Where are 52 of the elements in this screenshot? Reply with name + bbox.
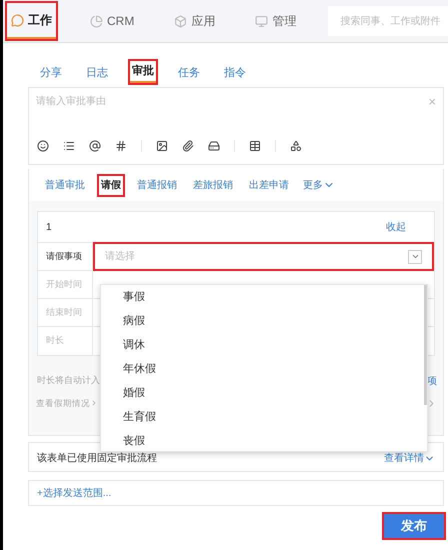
note-link[interactable]: 项 [427,374,437,389]
field-label: 请假事项 [38,243,93,270]
publish-button[interactable]: 发布 [384,514,444,538]
dropdown-option[interactable]: 年休假 [101,357,427,381]
approval-tab[interactable]: 差旅报销 [191,176,235,194]
leave-balance-link[interactable]: 查看假期情况 [36,397,98,410]
more-button[interactable]: 更多 [303,178,335,192]
at-icon[interactable] [89,140,101,152]
post-tab[interactable]: 分享 [38,62,64,83]
dropdown-option[interactable]: 婚假 [101,381,427,405]
monitor-icon [255,14,268,28]
chat-bubble-icon [11,14,24,26]
hash-icon[interactable] [115,140,127,152]
search-field[interactable]: 搜索同事、工作或附件 [328,6,448,36]
drive-icon[interactable] [208,140,220,152]
nav-tab[interactable]: 管理 [251,3,300,39]
shapes-icon[interactable] [290,140,302,152]
dropdown-option[interactable]: 生育假 [101,405,427,429]
dropdown-option[interactable]: 调休 [101,333,427,357]
table-icon[interactable] [249,140,261,152]
duration-note: 时长将自动计入 [37,374,100,387]
flow-details-link[interactable]: 查看详情 [384,451,435,466]
field-label: 时长 [38,327,93,355]
cube-icon [174,14,188,28]
select-placeholder: 请选择 [105,250,135,264]
dropdown-toggle[interactable] [408,250,422,264]
nav-tab[interactable]: 工作 [7,3,56,39]
chevron-right-icon [90,399,98,408]
approval-tab[interactable]: 普通审批 [43,176,87,194]
caret-icon [410,252,420,261]
nav-tab[interactable]: CRM [86,3,138,39]
post-tab[interactable]: 指令 [222,62,248,83]
send-scope-link[interactable]: +选择发送范围... [37,486,112,500]
paperclip-icon[interactable] [182,140,194,152]
field-label: 结束时间 [38,299,93,326]
post-tab[interactable]: 审批 [130,60,156,83]
nav-tab[interactable]: 应用 [170,3,220,39]
post-tab[interactable]: 任务 [176,62,202,83]
pie-chart-icon [90,14,103,28]
dropdown-option[interactable]: 事假 [101,285,427,309]
form-index: 1 [46,220,52,234]
field-label: 开始时间 [38,271,93,298]
dropdown-option[interactable]: 病假 [101,309,427,333]
approval-tab[interactable]: 请假 [99,176,123,194]
dropdown-option[interactable]: 丧假 [101,429,427,451]
flow-text: 该表单已使用固定审批流程 [37,452,157,466]
collapse-link[interactable]: 收起 [386,220,406,234]
post-tab[interactable]: 日志 [84,62,110,83]
approval-tab[interactable]: 出差申请 [247,176,291,194]
smile-icon[interactable] [37,140,49,152]
image-icon[interactable] [156,140,168,152]
approval-tab[interactable]: 普通报销 [135,176,179,194]
